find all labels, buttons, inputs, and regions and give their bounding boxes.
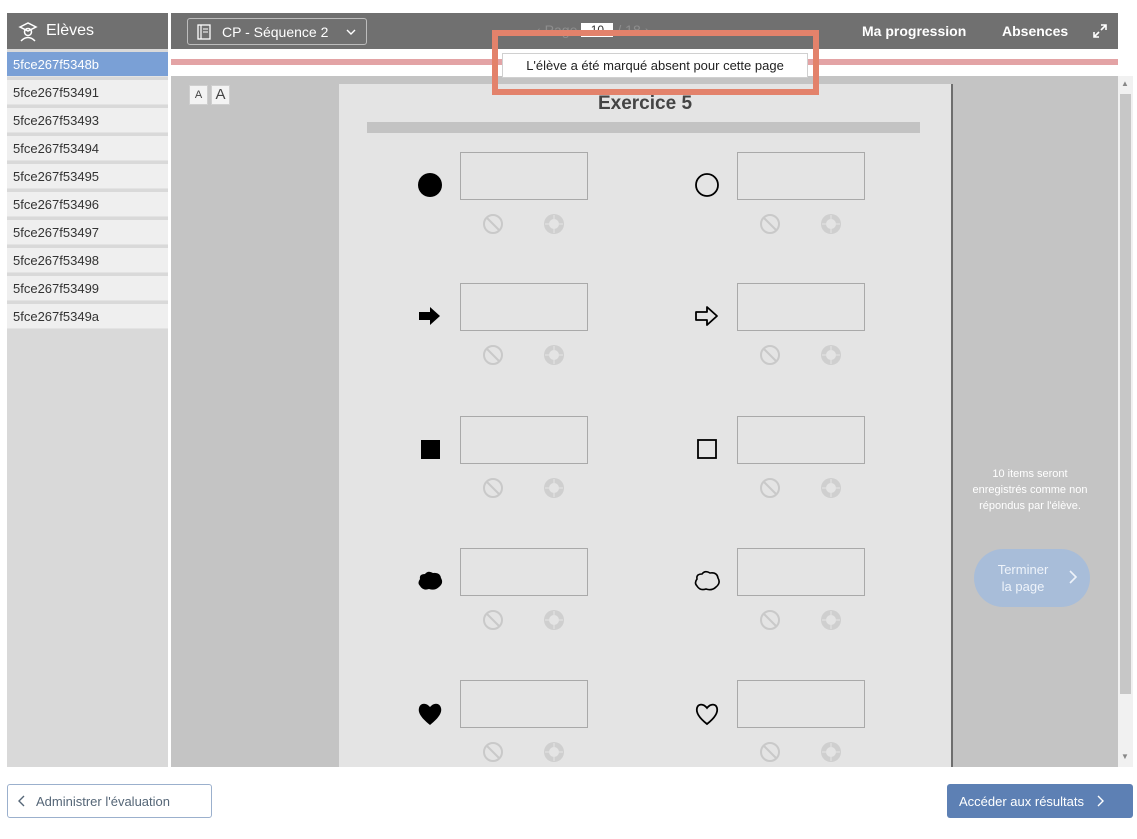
exercise-item [692,416,912,526]
chevron-left-icon [18,795,25,807]
student-item[interactable]: 5fce267f53495 [7,164,168,189]
expand-icon[interactable] [1092,23,1108,39]
workspace: A A Exercice 5 10 items seront enregistr… [171,76,1118,767]
answer-box[interactable] [737,152,865,200]
results-label: Accéder aux résultats [959,793,1085,809]
filled-circle-icon [418,173,442,197]
answer-box[interactable] [460,152,588,200]
answer-icon[interactable] [543,741,565,763]
exercise-item [415,283,635,393]
not-answered-icon[interactable] [759,609,781,631]
answer-box[interactable] [737,548,865,596]
sheet-divider [367,122,920,133]
progression-link[interactable]: Ma progression [862,23,966,39]
font-large-button[interactable]: A [211,85,230,105]
answer-icon[interactable] [820,344,842,366]
answer-icon[interactable] [820,213,842,235]
not-answered-icon[interactable] [759,344,781,366]
student-item[interactable]: 5fce267f53494 [7,136,168,161]
answer-box[interactable] [460,548,588,596]
student-item[interactable]: 5fce267f53491 [7,80,168,105]
answer-icon[interactable] [820,477,842,499]
student-item[interactable]: 5fce267f53498 [7,248,168,273]
outline-cloud-icon [694,570,720,591]
chevron-right-icon [1069,570,1078,584]
answer-icon[interactable] [543,213,565,235]
unanswered-note: 10 items seront enregistrés comme non ré… [972,468,1088,512]
outline-square-icon [697,439,717,459]
not-answered-icon[interactable] [759,477,781,499]
exercise-item [415,416,635,526]
student-item[interactable]: 5fce267f5349a [7,304,168,329]
student-item[interactable]: 5fce267f53499 [7,276,168,301]
answer-box[interactable] [460,416,588,464]
filled-arrow-icon [419,307,440,325]
sidebar-title: Elèves [46,22,95,39]
access-results-button[interactable]: Accéder aux résultats [947,784,1133,818]
exercise-item [692,152,912,262]
finish-page-button[interactable]: Terminer la page [974,549,1090,607]
chevron-down-icon [346,29,356,35]
scroll-up-icon[interactable]: ▲ [1121,79,1129,88]
answer-icon[interactable] [543,609,565,631]
filled-cloud-icon [418,571,443,590]
not-answered-icon[interactable] [482,213,504,235]
answer-box[interactable] [737,416,865,464]
sequence-select[interactable]: CP - Séquence 2 [187,18,367,45]
filled-square-icon [421,440,440,459]
student-item[interactable]: 5fce267f53493 [7,108,168,133]
font-small-button[interactable]: A [189,85,208,105]
sidebar-header: Elèves [7,13,168,49]
student-icon [18,22,38,42]
answer-icon[interactable] [543,477,565,499]
exercise-sheet: Exercice 5 [339,84,951,767]
exercise-item [692,283,912,393]
panel-divider [951,84,953,767]
not-answered-icon[interactable] [759,741,781,763]
not-answered-icon[interactable] [482,344,504,366]
book-icon [197,23,211,40]
scroll-down-icon[interactable]: ▼ [1121,752,1129,761]
answer-box[interactable] [460,680,588,728]
sequence-label: CP - Séquence 2 [222,23,329,40]
students-sidebar: Elèves 5fce267f5348b 5fce267f53491 5fce2… [7,13,168,767]
administer-label: Administrer l'évaluation [36,793,170,809]
student-item[interactable]: 5fce267f5348b [7,52,168,77]
outline-arrow-icon [695,306,718,326]
filled-heart-icon [418,703,442,725]
exercise-item [415,548,635,658]
absent-highlight-frame [492,30,819,95]
exercise-title: Exercice 5 [597,93,693,114]
student-list: 5fce267f5348b 5fce267f53491 5fce267f5349… [7,52,168,329]
exercise-item [692,548,912,658]
not-answered-icon[interactable] [482,741,504,763]
scrollbar-thumb[interactable] [1120,94,1131,694]
outline-circle-icon [695,173,719,197]
exercise-item [415,152,635,262]
absences-link[interactable]: Absences [1002,23,1068,39]
chevron-right-icon [1097,795,1105,807]
exercise-item [415,680,635,767]
answer-icon[interactable] [820,609,842,631]
answer-box[interactable] [737,283,865,331]
exercise-item [692,680,912,767]
answer-box[interactable] [460,283,588,331]
finish-label-line1: Terminer [997,562,1049,577]
administer-evaluation-button[interactable]: Administrer l'évaluation [7,784,212,818]
not-answered-icon[interactable] [482,609,504,631]
student-item[interactable]: 5fce267f53496 [7,192,168,217]
outline-heart-icon [695,703,719,726]
student-item[interactable]: 5fce267f53497 [7,220,168,245]
finish-label-line2: la page [1001,579,1045,594]
vertical-scrollbar[interactable]: ▲ ▼ [1118,76,1133,767]
answer-icon[interactable] [543,344,565,366]
answer-box[interactable] [737,680,865,728]
answer-icon[interactable] [820,741,842,763]
not-answered-icon[interactable] [482,477,504,499]
not-answered-icon[interactable] [759,213,781,235]
